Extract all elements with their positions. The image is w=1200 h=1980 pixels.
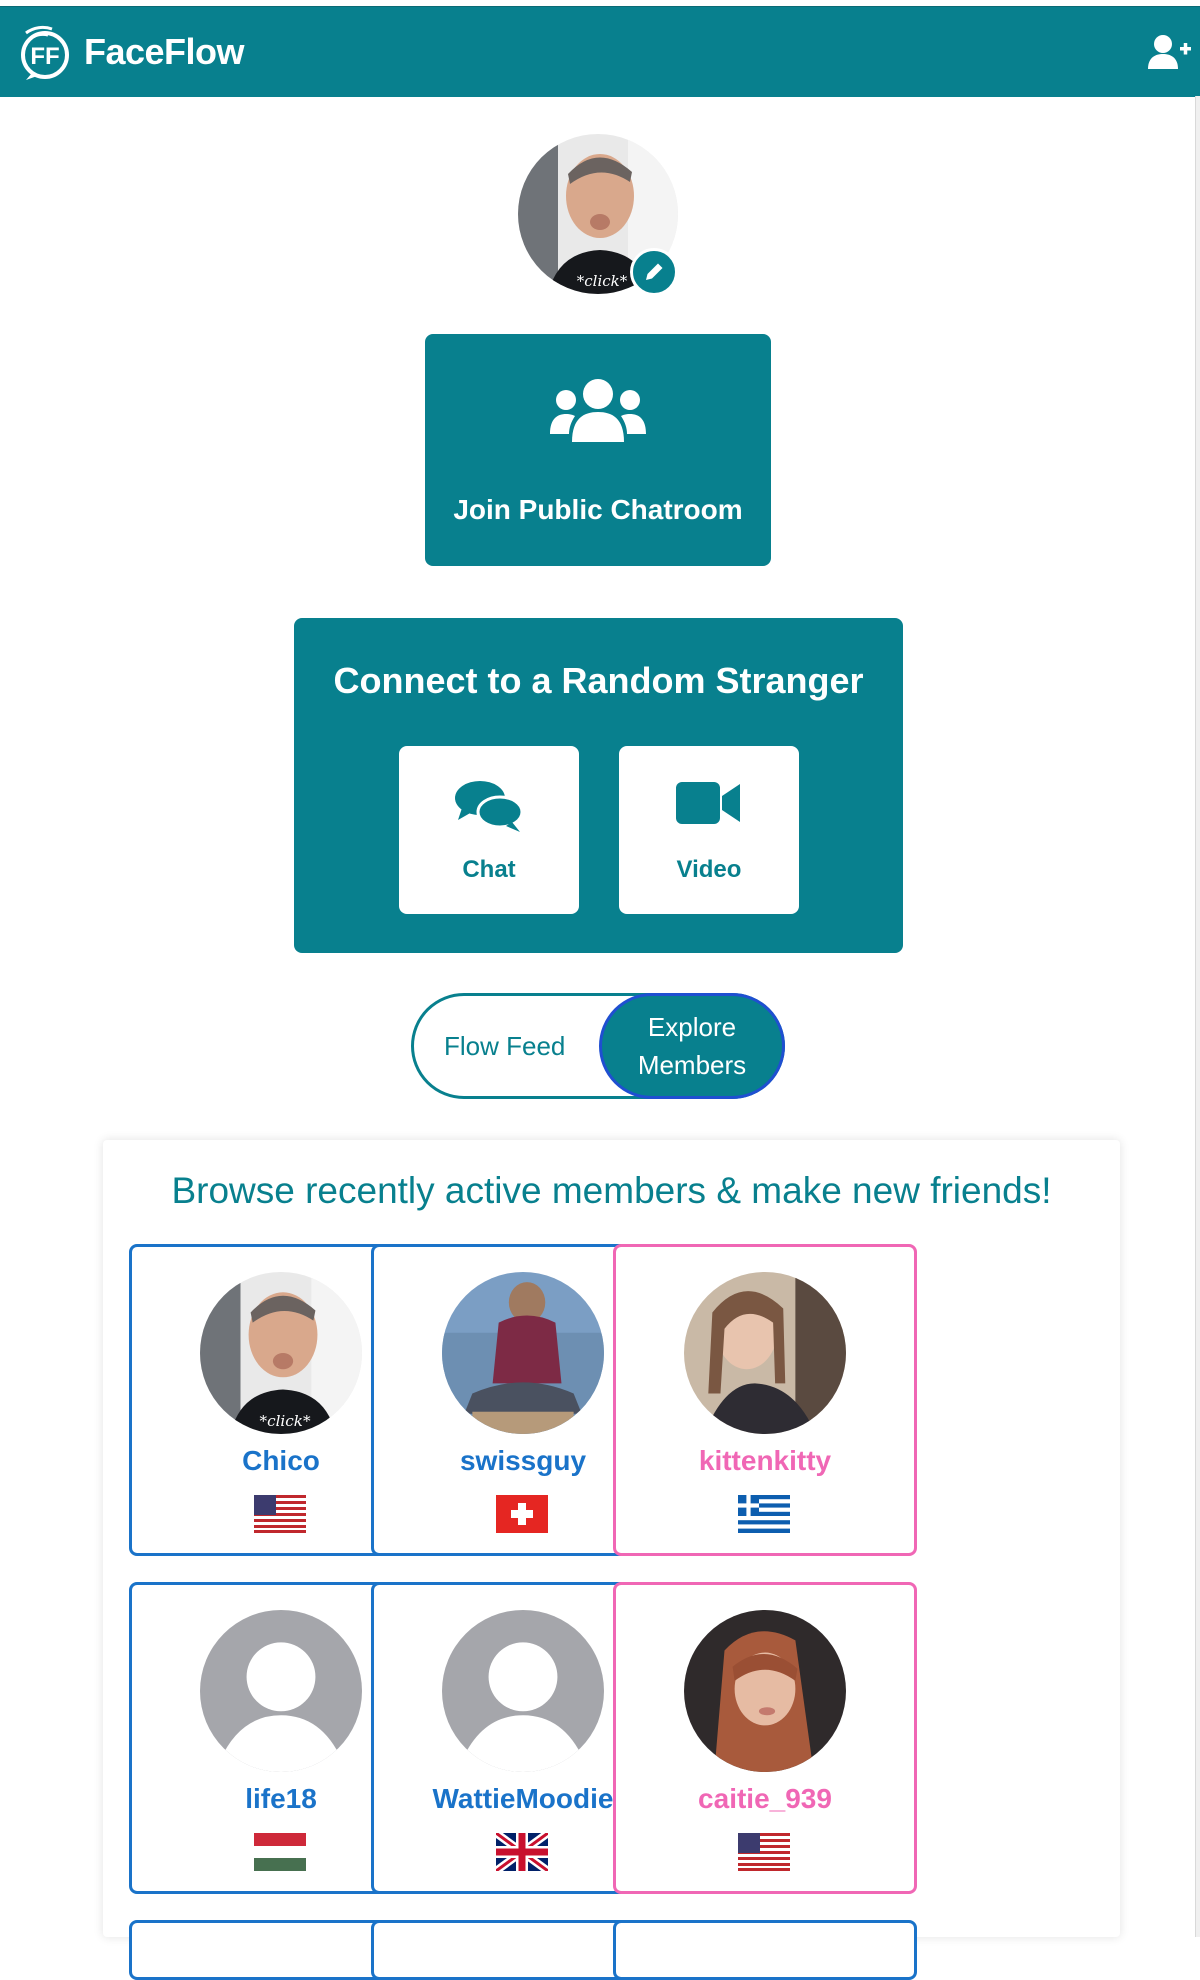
explore-members-label: Explore Members: [637, 1012, 747, 1080]
join-public-chatroom-label: Join Public Chatroom: [453, 494, 743, 525]
add-user-button[interactable]: [1148, 33, 1192, 73]
chat-stranger-button[interactable]: Chat: [399, 746, 579, 914]
member-avatar: *click*: [200, 1272, 362, 1434]
faceflow-logo-mark-icon: FF: [21, 25, 69, 80]
flow-feed-tab[interactable]: Flow Feed: [444, 996, 565, 1096]
member-avatar: [684, 1610, 846, 1772]
member-card-kittenkitty[interactable]: kittenkitty: [613, 1244, 917, 1556]
member-card-caitie-939[interactable]: caitie_939: [613, 1582, 917, 1894]
default-avatar-icon: [442, 1610, 604, 1772]
browse-members-panel: Browse recently active members & make ne…: [103, 1140, 1120, 1980]
video-camera-icon: [676, 782, 740, 824]
video-stranger-button[interactable]: Video: [619, 746, 799, 914]
member-name: caitie_939: [698, 1783, 832, 1814]
random-stranger-title: Connect to a Random Stranger: [333, 660, 864, 701]
hungary-flag-icon: [254, 1833, 306, 1871]
page-scrollbar-edge: [1195, 96, 1200, 1937]
greek-flag-icon: [738, 1495, 790, 1533]
chat-label: Chat: [462, 856, 516, 883]
feed-toggle: Flow Feed Explore Members: [411, 993, 785, 1099]
top-navbar: FF FaceFlow: [0, 6, 1200, 97]
user-plus-icon: [1148, 35, 1191, 69]
default-avatar-icon: [200, 1610, 362, 1772]
member-avatar: [684, 1272, 846, 1434]
member-avatar: [200, 1610, 362, 1772]
explore-members-tab[interactable]: Explore Members: [599, 993, 785, 1099]
us-flag-icon: [254, 1495, 306, 1533]
join-public-chatroom-button[interactable]: Join Public Chatroom: [425, 334, 771, 566]
uk-flag-icon: [496, 1833, 548, 1871]
random-stranger-panel: Connect to a Random Stranger Chat Video: [294, 618, 903, 953]
video-label: Video: [676, 856, 742, 883]
pencil-icon: [646, 263, 663, 280]
us-flag-icon: [738, 1833, 790, 1871]
chat-bubbles-icon: [455, 781, 524, 832]
edit-avatar-button[interactable]: [630, 248, 678, 296]
logo-text: FaceFlow: [84, 31, 245, 72]
swiss-flag-icon: [496, 1495, 548, 1533]
browse-heading: Browse recently active members & make ne…: [171, 1170, 1052, 1211]
logo-mark-text: FF: [30, 43, 59, 70]
users-group-icon: [550, 379, 646, 442]
member-card-partial[interactable]: [613, 1920, 917, 1980]
member-name: kittenkitty: [698, 1445, 832, 1476]
member-avatar: [442, 1272, 604, 1434]
avatar-caption: *click*: [577, 272, 628, 290]
member-avatar-caption: *click*: [260, 1412, 311, 1430]
member-avatar: [442, 1610, 604, 1772]
faceflow-logo[interactable]: FF FaceFlow: [12, 23, 245, 81]
